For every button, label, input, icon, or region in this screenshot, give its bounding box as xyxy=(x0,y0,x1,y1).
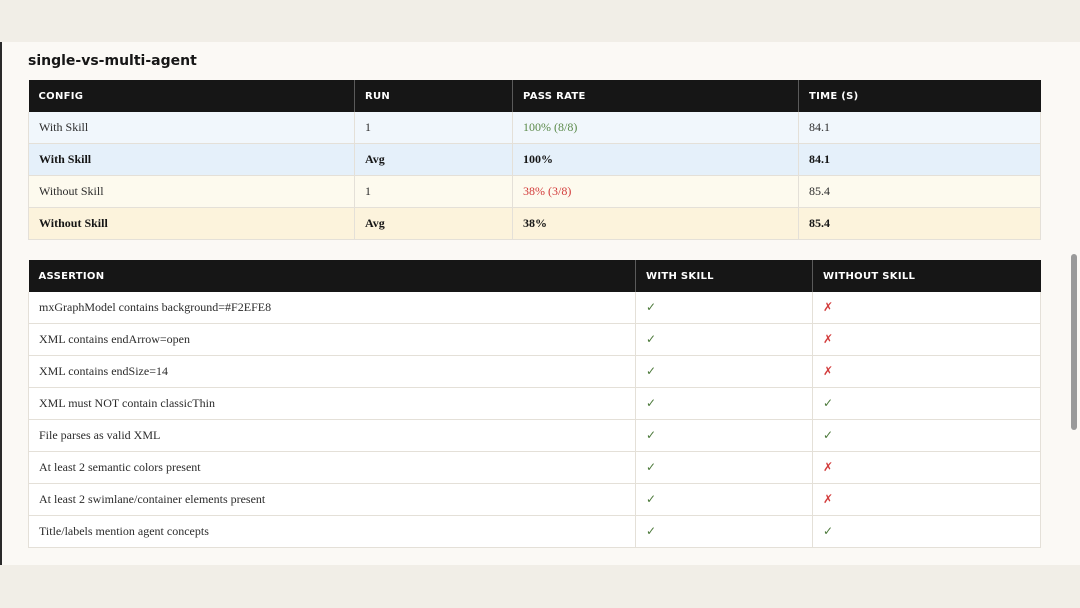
config-cell: With Skill xyxy=(28,112,355,144)
run-cell: 1 xyxy=(354,112,513,144)
table-row: XML must NOT contain classicThin ✓ ✓ xyxy=(28,387,1041,420)
with-skill-cell: ✓ xyxy=(635,387,813,420)
check-icon: ✓ xyxy=(646,524,657,538)
column-header-with-skill: WITH SKILL xyxy=(635,260,813,292)
config-cell: With Skill xyxy=(28,143,355,176)
column-header-pass-rate: PASS RATE xyxy=(512,80,799,112)
config-table-header: CONFIG RUN PASS RATE TIME (S) xyxy=(28,80,1041,112)
pass-rate-cell: 38% (3/8) xyxy=(512,175,799,208)
assertion-table-header: ASSERTION WITH SKILL WITHOUT SKILL xyxy=(28,260,1041,292)
with-skill-cell: ✓ xyxy=(635,323,813,356)
check-icon: ✓ xyxy=(646,300,657,314)
config-cell: Without Skill xyxy=(28,207,355,240)
cross-icon: ✗ xyxy=(823,364,834,378)
run-cell: Avg xyxy=(354,143,513,176)
assertion-cell: At least 2 semantic colors present xyxy=(28,451,636,484)
assertion-cell: Title/labels mention agent concepts xyxy=(28,515,636,548)
without-skill-cell: ✓ xyxy=(812,515,1041,548)
column-header-time: TIME (S) xyxy=(798,80,1041,112)
assertion-cell: mxGraphModel contains background=#F2EFE8 xyxy=(28,292,636,324)
check-icon: ✓ xyxy=(646,332,657,346)
table-row: With Skill 1 100% (8/8) 84.1 xyxy=(28,112,1041,144)
cross-icon: ✗ xyxy=(823,332,834,346)
with-skill-cell: ✓ xyxy=(635,515,813,548)
table-row: File parses as valid XML ✓ ✓ xyxy=(28,419,1041,452)
column-header-without-skill: WITHOUT SKILL xyxy=(812,260,1041,292)
check-icon: ✓ xyxy=(646,492,657,506)
assertion-cell: At least 2 swimlane/container elements p… xyxy=(28,483,636,516)
cross-icon: ✗ xyxy=(823,492,834,506)
cross-icon: ✗ xyxy=(823,460,834,474)
time-cell: 84.1 xyxy=(798,112,1041,144)
config-cell: Without Skill xyxy=(28,175,355,208)
with-skill-cell: ✓ xyxy=(635,419,813,452)
column-header-run: RUN xyxy=(354,80,513,112)
pass-rate-cell: 38% xyxy=(512,207,799,240)
bottom-bar xyxy=(0,565,1080,608)
run-cell: Avg xyxy=(354,207,513,240)
table-row: Without Skill Avg 38% 85.4 xyxy=(28,207,1041,240)
table-row: At least 2 semantic colors present ✓ ✗ xyxy=(28,451,1041,484)
without-skill-cell: ✗ xyxy=(812,292,1041,324)
time-cell: 84.1 xyxy=(798,143,1041,176)
with-skill-cell: ✓ xyxy=(635,355,813,388)
assertion-cell: XML must NOT contain classicThin xyxy=(28,387,636,420)
without-skill-cell: ✗ xyxy=(812,355,1041,388)
assertion-cell: XML contains endSize=14 xyxy=(28,355,636,388)
with-skill-cell: ✓ xyxy=(635,451,813,484)
without-skill-cell: ✗ xyxy=(812,451,1041,484)
table-row: Title/labels mention agent concepts ✓ ✓ xyxy=(28,515,1041,548)
pass-rate-cell: 100% (8/8) xyxy=(512,112,799,144)
with-skill-cell: ✓ xyxy=(635,483,813,516)
check-icon: ✓ xyxy=(823,396,834,410)
with-skill-cell: ✓ xyxy=(635,292,813,324)
top-bar xyxy=(0,0,1080,42)
table-row: XML contains endSize=14 ✓ ✗ xyxy=(28,355,1041,388)
table-row: At least 2 swimlane/container elements p… xyxy=(28,483,1041,516)
column-header-config: CONFIG xyxy=(28,80,355,112)
without-skill-cell: ✓ xyxy=(812,419,1041,452)
check-icon: ✓ xyxy=(823,524,834,538)
without-skill-cell: ✗ xyxy=(812,323,1041,356)
column-header-assertion: ASSERTION xyxy=(28,260,636,292)
pass-rate-cell: 100% xyxy=(512,143,799,176)
check-icon: ✓ xyxy=(646,364,657,378)
table-row: XML contains endArrow=open ✓ ✗ xyxy=(28,323,1041,356)
check-icon: ✓ xyxy=(646,428,657,442)
table-row: Without Skill 1 38% (3/8) 85.4 xyxy=(28,175,1041,208)
check-icon: ✓ xyxy=(823,428,834,442)
cross-icon: ✗ xyxy=(823,300,834,314)
assertion-cell: XML contains endArrow=open xyxy=(28,323,636,356)
scrollbar-thumb[interactable] xyxy=(1071,254,1077,430)
time-cell: 85.4 xyxy=(798,207,1041,240)
run-cell: 1 xyxy=(354,175,513,208)
table-row: With Skill Avg 100% 84.1 xyxy=(28,143,1041,176)
assertion-table: ASSERTION WITH SKILL WITHOUT SKILL mxGra… xyxy=(28,260,1041,548)
time-cell: 85.4 xyxy=(798,175,1041,208)
section-title: single-vs-multi-agent xyxy=(28,53,197,69)
check-icon: ✓ xyxy=(646,460,657,474)
without-skill-cell: ✗ xyxy=(812,483,1041,516)
table-row: mxGraphModel contains background=#F2EFE8… xyxy=(28,292,1041,324)
without-skill-cell: ✓ xyxy=(812,387,1041,420)
config-table: CONFIG RUN PASS RATE TIME (S) With Skill… xyxy=(28,80,1041,240)
check-icon: ✓ xyxy=(646,396,657,410)
assertion-cell: File parses as valid XML xyxy=(28,419,636,452)
